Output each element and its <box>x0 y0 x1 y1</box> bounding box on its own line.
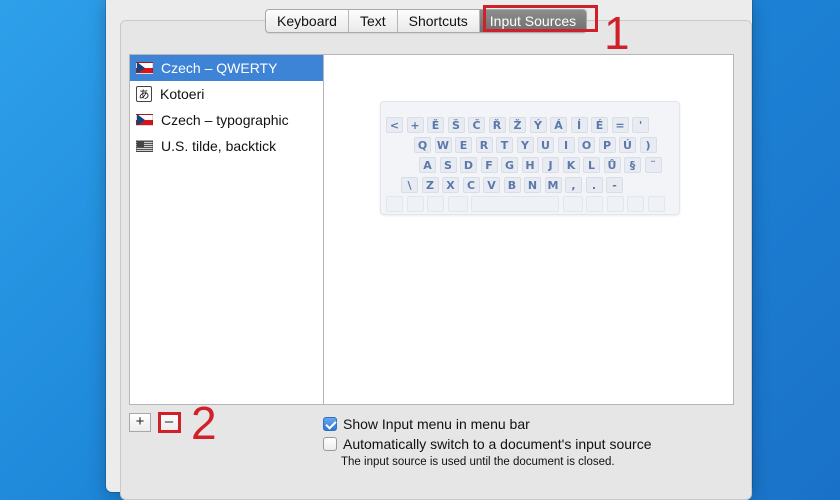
key-cap: < <box>386 117 403 133</box>
key-row-2: Q W E R T Y U I O P Ú) <box>414 137 660 154</box>
key-cap: ¨ <box>644 157 662 173</box>
remove-button-highlight <box>158 412 181 433</box>
key-cap: Ř <box>488 117 506 133</box>
list-item-czech-typographic[interactable]: Czech – typographic <box>130 107 324 133</box>
key-cap: L <box>583 157 600 173</box>
key-cap: Č <box>468 117 485 133</box>
key-row-4: \ Z X C V B N M,. - <box>401 177 627 194</box>
key-cap: S <box>439 157 457 173</box>
key-cap: Š <box>447 117 465 133</box>
key-cap: E <box>455 137 472 153</box>
keyboard-preview-pane: < + Ě Š Č Ř Ž Ý Á Í É = ' Q W E R T Y U I O P Ú) A S D F G H J K L Ů § ¨ … <box>323 54 734 405</box>
key-cap: I <box>557 137 575 153</box>
auto-switch-label: Automatically switch to a document's inp… <box>343 436 652 452</box>
list-item-label: Czech – QWERTY <box>161 60 278 76</box>
list-item-czech-qwerty[interactable]: Czech – QWERTY <box>130 55 324 81</box>
key-cap: G <box>501 157 518 173</box>
key-cap: X <box>442 177 459 193</box>
show-input-menu-checkbox[interactable] <box>323 417 337 431</box>
key-cap: U <box>537 137 554 153</box>
key-cap: P <box>598 137 616 153</box>
blank-key <box>586 196 603 212</box>
key-row-3: A S D F G H J K L Ů § ¨ <box>419 157 665 174</box>
key-row-5 <box>386 196 668 213</box>
blank-key <box>627 196 644 212</box>
auto-switch-checkbox[interactable] <box>323 437 337 451</box>
key-cap: Á <box>550 117 567 133</box>
blank-key <box>427 196 444 212</box>
list-item-label: Kotoeri <box>160 86 205 102</box>
key-cap: ' <box>632 117 649 133</box>
key-cap: J <box>542 157 559 173</box>
list-item-label: U.S. tilde, backtick <box>161 138 277 154</box>
add-input-source-button[interactable]: + <box>129 413 151 432</box>
key-cap: Q <box>414 137 431 153</box>
key-cap: - <box>606 177 623 193</box>
key-cap: Ě <box>427 117 444 133</box>
key-cap: K <box>562 157 580 173</box>
key-cap: M <box>544 177 562 193</box>
annotation-marker-2: 2 <box>191 397 217 449</box>
key-cap: A <box>419 157 436 173</box>
input-source-list[interactable]: Czech – QWERTY あ Kotoeri Czech – typogra… <box>129 54 324 405</box>
czech-flag-icon <box>136 114 153 126</box>
key-cap: , <box>565 177 582 193</box>
blank-key <box>562 196 583 212</box>
kana-icon: あ <box>136 86 152 102</box>
list-item-kotoeri[interactable]: あ Kotoeri <box>130 81 324 107</box>
czech-flag-icon <box>136 62 153 74</box>
input-sources-highlight <box>483 5 598 32</box>
key-cap: = <box>611 117 629 133</box>
key-cap: É <box>591 117 608 133</box>
key-cap: Y <box>516 137 534 153</box>
auto-switch-note: The input source is used until the docum… <box>341 456 615 468</box>
list-item-label: Czech – typographic <box>161 112 289 128</box>
key-row-1: < + Ě Š Č Ř Ž Ý Á Í É = ' <box>386 117 653 134</box>
blank-key <box>606 196 624 212</box>
key-cap: \ <box>401 177 418 193</box>
key-cap: Ú <box>619 137 636 153</box>
blank-key <box>406 196 424 212</box>
key-cap: W <box>434 137 452 153</box>
key-cap: . <box>585 177 603 193</box>
key-cap: V <box>483 177 500 193</box>
annotation-marker-1: 1 <box>604 7 630 59</box>
key-cap: Í <box>570 117 588 133</box>
key-cap: + <box>406 117 424 133</box>
auto-switch-option[interactable]: Automatically switch to a document's inp… <box>323 436 652 452</box>
key-cap: H <box>521 157 539 173</box>
key-cap: § <box>624 157 641 173</box>
blank-key <box>647 196 665 212</box>
key-cap: D <box>460 157 477 173</box>
blank-key <box>447 196 468 212</box>
key-cap: O <box>578 137 595 153</box>
key-cap: Z <box>421 177 439 193</box>
keyboard-layout-preview: < + Ě Š Č Ř Ž Ý Á Í É = ' Q W E R T Y U I O P Ú) A S D F G H J K L Ů § ¨ … <box>380 101 680 215</box>
key-cap: T <box>496 137 513 153</box>
key-cap: Ů <box>603 157 621 173</box>
tab-keyboard[interactable]: Keyboard <box>266 10 349 32</box>
key-cap: ) <box>639 137 657 153</box>
key-cap: Ž <box>509 117 526 133</box>
tab-text[interactable]: Text <box>349 10 398 32</box>
key-cap: R <box>475 137 493 153</box>
key-cap: C <box>462 177 480 193</box>
key-cap: N <box>524 177 541 193</box>
key-cap: Ý <box>529 117 547 133</box>
key-cap: F <box>480 157 498 173</box>
list-item-us-tilde-backtick[interactable]: U.S. tilde, backtick <box>130 133 324 159</box>
blank-key <box>471 196 559 212</box>
show-input-menu-label: Show Input menu in menu bar <box>343 416 530 432</box>
tab-shortcuts[interactable]: Shortcuts <box>398 10 480 32</box>
key-cap: B <box>503 177 521 193</box>
blank-key <box>386 196 403 212</box>
show-input-menu-option[interactable]: Show Input menu in menu bar <box>323 416 530 432</box>
us-flag-icon <box>136 140 153 152</box>
